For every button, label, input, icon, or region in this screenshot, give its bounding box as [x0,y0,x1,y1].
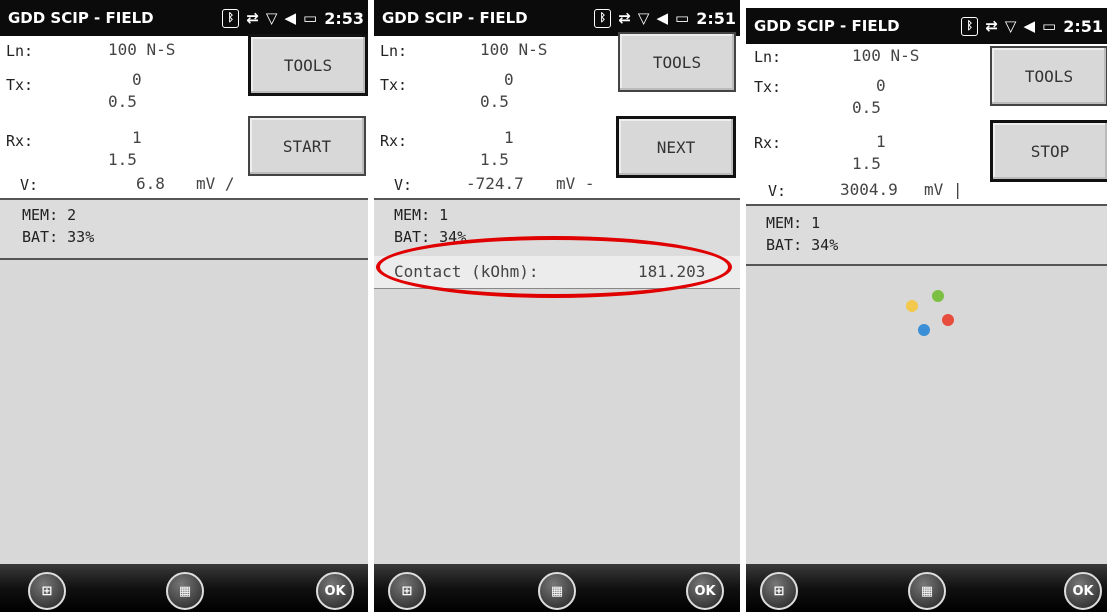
tools-button[interactable]: TOOLS [248,34,368,96]
tx-label: Tx: [380,76,408,94]
battery-icon: ▭ [675,9,690,27]
screen-2: GDD SCIP - FIELD ᛒ ⇄ ▽ ◀ ▭ 2:51 Ln: 100 … [374,0,740,612]
sync-icon: ⇄ [618,9,631,27]
title-bar: GDD SCIP - FIELD ᛒ ⇄ ▽ ◀ ▭ 2:51 [746,8,1107,44]
v-label: V: [394,176,413,194]
spinner-dot-blue [918,324,930,336]
app-title: GDD SCIP - FIELD [8,9,154,27]
rx-value-a: 1 [876,132,886,151]
highlight-ellipse [376,236,732,298]
rx-label: Rx: [6,132,34,150]
screen-3: GDD SCIP - FIELD ᛒ ⇄ ▽ ◀ ▭ 2:51 Ln: 100 … [746,0,1107,612]
rx-label: Rx: [380,132,408,150]
bluetooth-icon: ᛒ [222,8,240,28]
sync-icon: ⇄ [246,9,259,27]
ok-button[interactable]: OK [686,572,724,610]
taskbar: ⊞ ▦ OK [374,564,740,612]
spinner-dot-red [942,314,954,326]
mem-text: MEM: 1 [394,206,449,224]
tx-value-b: 0.5 [852,98,881,117]
bat-text: BAT: 34% [766,236,839,254]
ln-value: 100 N-S [480,40,548,59]
keyboard-icon[interactable]: ▦ [908,572,946,610]
next-button[interactable]: NEXT [616,116,736,178]
taskbar: ⊞ ▦ OK [746,564,1107,612]
bluetooth-icon: ᛒ [594,8,612,28]
bat-text: BAT: 33% [22,228,95,246]
data-panel: Ln: 100 N-S Tx: 0 0.5 Rx: 1 1.5 V: 6.8 m… [0,34,368,198]
info-box: MEM: 1 BAT: 34% [746,204,1107,266]
ln-label: Ln: [380,42,408,60]
keyboard-icon[interactable]: ▦ [538,572,576,610]
title-bar: GDD SCIP - FIELD ᛒ ⇄ ▽ ◀ ▭ 2:51 [374,0,740,36]
v-unit: mV / [196,174,235,193]
v-label: V: [768,182,787,200]
v-value: -724.7 [466,174,524,193]
battery-icon: ▭ [1042,17,1057,35]
clock: 2:53 [324,8,364,28]
app-title: GDD SCIP - FIELD [382,9,528,27]
ln-label: Ln: [6,42,34,60]
rx-label: Rx: [754,134,782,152]
ln-value: 100 N-S [852,46,920,65]
speaker-icon: ◀ [656,9,669,27]
info-box: MEM: 2 BAT: 33% [0,198,368,260]
v-unit: mV | [924,180,963,199]
top-margin [746,0,1107,8]
data-panel: Ln: 100 N-S Tx: 0 0.5 Rx: 1 1.5 V: 3004.… [746,44,1107,204]
sync-icon: ⇄ [985,17,998,35]
v-unit: mV - [556,174,595,193]
battery-icon: ▭ [303,9,318,27]
tools-button[interactable]: TOOLS [618,32,736,92]
windows-start-icon[interactable]: ⊞ [28,572,66,610]
ok-button[interactable]: OK [1064,572,1102,610]
clock: 2:51 [696,8,736,28]
tx-value-a: 0 [132,70,142,89]
stop-button[interactable]: STOP [990,120,1107,182]
start-button[interactable]: START [248,116,366,176]
v-label: V: [20,176,39,194]
keyboard-icon[interactable]: ▦ [166,572,204,610]
status-icons: ᛒ ⇄ ▽ ◀ ▭ 2:51 [961,16,1107,36]
rx-value-b: 1.5 [480,150,509,169]
ok-button[interactable]: OK [316,572,354,610]
mem-text: MEM: 2 [22,206,77,224]
status-icons: ᛒ ⇄ ▽ ◀ ▭ 2:51 [594,8,740,28]
mem-text: MEM: 1 [766,214,821,232]
rx-value-a: 1 [504,128,514,147]
rx-value-a: 1 [132,128,142,147]
windows-start-icon[interactable]: ⊞ [760,572,798,610]
title-bar: GDD SCIP - FIELD ᛒ ⇄ ▽ ◀ ▭ 2:53 [0,0,368,36]
taskbar: ⊞ ▦ OK [0,564,368,612]
tools-button[interactable]: TOOLS [990,46,1107,106]
speaker-icon: ◀ [284,9,297,27]
v-value: 3004.9 [840,180,898,199]
bluetooth-icon: ᛒ [961,16,979,36]
speaker-icon: ◀ [1023,17,1036,35]
spinner-dot-yellow [906,300,918,312]
data-panel: Ln: 100 N-S Tx: 0 0.5 Rx: 1 1.5 V: -724.… [374,32,740,198]
ln-value: 100 N-S [108,40,176,59]
tx-value-b: 0.5 [108,92,137,111]
no-signal-icon: ▽ [637,9,650,27]
tx-value-b: 0.5 [480,92,509,111]
status-icons: ᛒ ⇄ ▽ ◀ ▭ 2:53 [222,8,368,28]
app-title: GDD SCIP - FIELD [754,17,900,35]
rx-value-b: 1.5 [108,150,137,169]
windows-start-icon[interactable]: ⊞ [388,572,426,610]
tx-label: Tx: [754,78,782,96]
tx-label: Tx: [6,76,34,94]
screen-1: GDD SCIP - FIELD ᛒ ⇄ ▽ ◀ ▭ 2:53 Ln: 100 … [0,0,368,612]
spinner-dot-green [932,290,944,302]
v-value: 6.8 [136,174,165,193]
rx-value-b: 1.5 [852,154,881,173]
tx-value-a: 0 [504,70,514,89]
no-signal-icon: ▽ [1004,17,1017,35]
tx-value-a: 0 [876,76,886,95]
clock: 2:51 [1063,16,1103,36]
no-signal-icon: ▽ [265,9,278,27]
ln-label: Ln: [754,48,782,66]
